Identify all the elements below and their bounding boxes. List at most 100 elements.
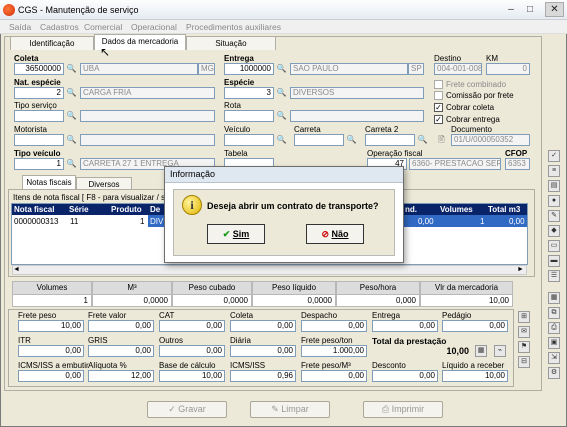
nf-grid-header-serie[interactable]: Série [67, 204, 109, 215]
search-binoculars-icon[interactable]: 🔍 [66, 87, 77, 98]
chart-icon[interactable]: ⌁ [494, 345, 506, 357]
grid-icon[interactable]: ▦ [548, 292, 560, 304]
tag-icon[interactable]: ⚑ [518, 341, 530, 353]
search-binoculars-icon[interactable]: 🔍 [276, 63, 287, 74]
note-icon[interactable]: ✉ [518, 326, 530, 338]
nf-horizontal-scrollbar[interactable] [12, 265, 527, 275]
sim-button[interactable]: ✔ Sim [207, 224, 265, 244]
search-binoculars-icon[interactable]: 🔍 [276, 87, 287, 98]
search-binoculars-icon[interactable]: 🔍 [346, 134, 357, 145]
search-binoculars-icon[interactable]: 🔍 [417, 134, 428, 145]
especie-code-input[interactable]: 3 [224, 87, 274, 99]
subtab-diversos[interactable]: Diversos [76, 177, 132, 189]
folder-icon[interactable]: ▭ [548, 240, 560, 252]
tools-icon[interactable]: ⚙ [548, 367, 560, 379]
summary-header-peso-cubado: Peso cubado [172, 281, 252, 295]
entrega-city-field: SAO PAULO [290, 63, 408, 75]
base-calculo-input[interactable]: 10,00 [159, 370, 225, 382]
entrega-code-input[interactable]: 1000000 [224, 63, 274, 75]
circle-icon[interactable]: ● [548, 195, 560, 207]
coleta-valor-input[interactable]: 0,00 [230, 320, 296, 332]
search-binoculars-icon[interactable]: 🔍 [276, 134, 287, 145]
document-icon[interactable]: ▤ [548, 180, 560, 192]
cobrar-entrega-checkbox[interactable]: ✓ [434, 115, 443, 124]
gris-label: GRIS [88, 336, 108, 345]
export-icon[interactable]: ⇲ [548, 352, 560, 364]
veiculo-input[interactable] [224, 134, 274, 146]
menu-cadastros[interactable]: Cadastros [40, 22, 79, 32]
search-binoculars-icon[interactable]: 🔍 [66, 110, 77, 121]
search-binoculars-icon[interactable]: 🔍 [66, 134, 77, 145]
search-binoculars-icon[interactable]: 🔍 [276, 110, 287, 121]
list-icon[interactable]: ☰ [548, 270, 560, 282]
icms-iss-input[interactable]: 0,96 [230, 370, 296, 382]
rota-input[interactable] [224, 110, 274, 122]
carreta2-input[interactable] [365, 134, 415, 146]
print-icon[interactable]: ⎙ [548, 322, 560, 334]
tab-situacao[interactable]: Situação [186, 36, 276, 50]
destino-field: 004-001-008 [434, 63, 482, 75]
imprimir-button[interactable]: ⎙ Imprimir [363, 401, 443, 418]
nf-grid-header-ind[interactable]: nd. [403, 204, 438, 215]
menu-comercial[interactable]: Comercial [84, 22, 122, 32]
tipo-servico-input[interactable] [14, 110, 64, 122]
list-icon[interactable]: ≡ [548, 165, 560, 177]
entrega-valor-input[interactable]: 0,00 [372, 320, 438, 332]
diaria-input[interactable]: 0,00 [230, 345, 296, 357]
attachment-icon[interactable]: ⊞ [518, 311, 530, 323]
nao-button[interactable]: ⊘ Não [306, 224, 364, 244]
cat-input[interactable]: 0,00 [159, 320, 225, 332]
limpar-button[interactable]: ✎ Limpar [250, 401, 330, 418]
nf-grid-header-produto[interactable]: Produto [109, 204, 148, 215]
nf-grid-header-volumes[interactable]: Volumes [438, 204, 486, 215]
search-binoculars-icon[interactable]: 🔍 [66, 158, 77, 169]
menu-saida[interactable]: Saída [9, 22, 31, 32]
copy-icon[interactable]: ⧉ [548, 307, 560, 319]
despacho-input[interactable]: 0,00 [301, 320, 367, 332]
gris-input[interactable]: 0,00 [88, 345, 154, 357]
cart-icon[interactable]: ⊟ [518, 356, 530, 368]
frete-peso-m3-input[interactable]: 0,00 [301, 370, 367, 382]
eraser-icon[interactable]: ◆ [548, 225, 560, 237]
nat-especie-code-input[interactable]: 2 [14, 87, 64, 99]
search-binoculars-icon[interactable]: 🔍 [66, 63, 77, 74]
icms-embutir-input[interactable]: 0,00 [18, 370, 84, 382]
gravar-button[interactable]: ✓ Gravar [147, 401, 227, 418]
maximize-button[interactable]: □ [522, 3, 538, 17]
frete-combinado-checkbox[interactable] [434, 80, 443, 89]
menu-procedimentos[interactable]: Procedimentos auxiliares [186, 22, 281, 32]
motorista-input[interactable] [14, 134, 64, 146]
truck-icon[interactable]: ▬ [548, 255, 560, 267]
minimize-button[interactable]: – [503, 3, 519, 17]
liquido-receber-input[interactable]: 10,00 [442, 370, 508, 382]
coleta-code-input[interactable]: 36500000 [14, 63, 64, 75]
close-button[interactable]: ✕ [545, 2, 564, 17]
scroll-right-icon[interactable]: ► [517, 266, 524, 274]
tipo-veiculo-code-input[interactable]: 1 [14, 158, 64, 170]
nat-especie-desc-field: CARGA FRIA [80, 87, 215, 99]
itr-input[interactable]: 0,00 [18, 345, 84, 357]
cobrar-coleta-checkbox[interactable]: ✓ [434, 103, 443, 112]
frete-peso-ton-input[interactable]: 1.000,00 [301, 345, 367, 357]
carreta2-label: Carreta 2 [365, 125, 399, 134]
desconto-input[interactable]: 0,00 [372, 370, 438, 382]
summary-value-volumes: 1 [12, 294, 92, 307]
aliquota-input[interactable]: 12,00 [88, 370, 154, 382]
frete-valor-input[interactable]: 0,00 [88, 320, 154, 332]
document-icon[interactable]: 🖹 [436, 134, 447, 145]
frete-peso-input[interactable]: 10,00 [18, 320, 84, 332]
nf-grid-header-nota[interactable]: Nota fiscal [12, 204, 67, 215]
carreta-input[interactable] [294, 134, 344, 146]
tab-identificacao[interactable]: Identificação [10, 36, 94, 50]
pedagio-input[interactable]: 0,00 [442, 320, 508, 332]
outros-input[interactable]: 0,00 [159, 345, 225, 357]
subtab-notas-fiscais[interactable]: Notas fiscais [22, 175, 76, 189]
nf-grid-header-total-m3[interactable]: Total m3 [486, 204, 527, 215]
menu-operacional[interactable]: Operacional [131, 22, 177, 32]
calculator-icon[interactable]: ▦ [475, 345, 487, 357]
comissao-checkbox[interactable] [434, 91, 443, 100]
check-icon[interactable]: ✓ [548, 150, 560, 162]
clipboard-icon[interactable]: ▣ [548, 337, 560, 349]
scroll-left-icon[interactable]: ◄ [13, 266, 20, 274]
edit-icon[interactable]: ✎ [548, 210, 560, 222]
